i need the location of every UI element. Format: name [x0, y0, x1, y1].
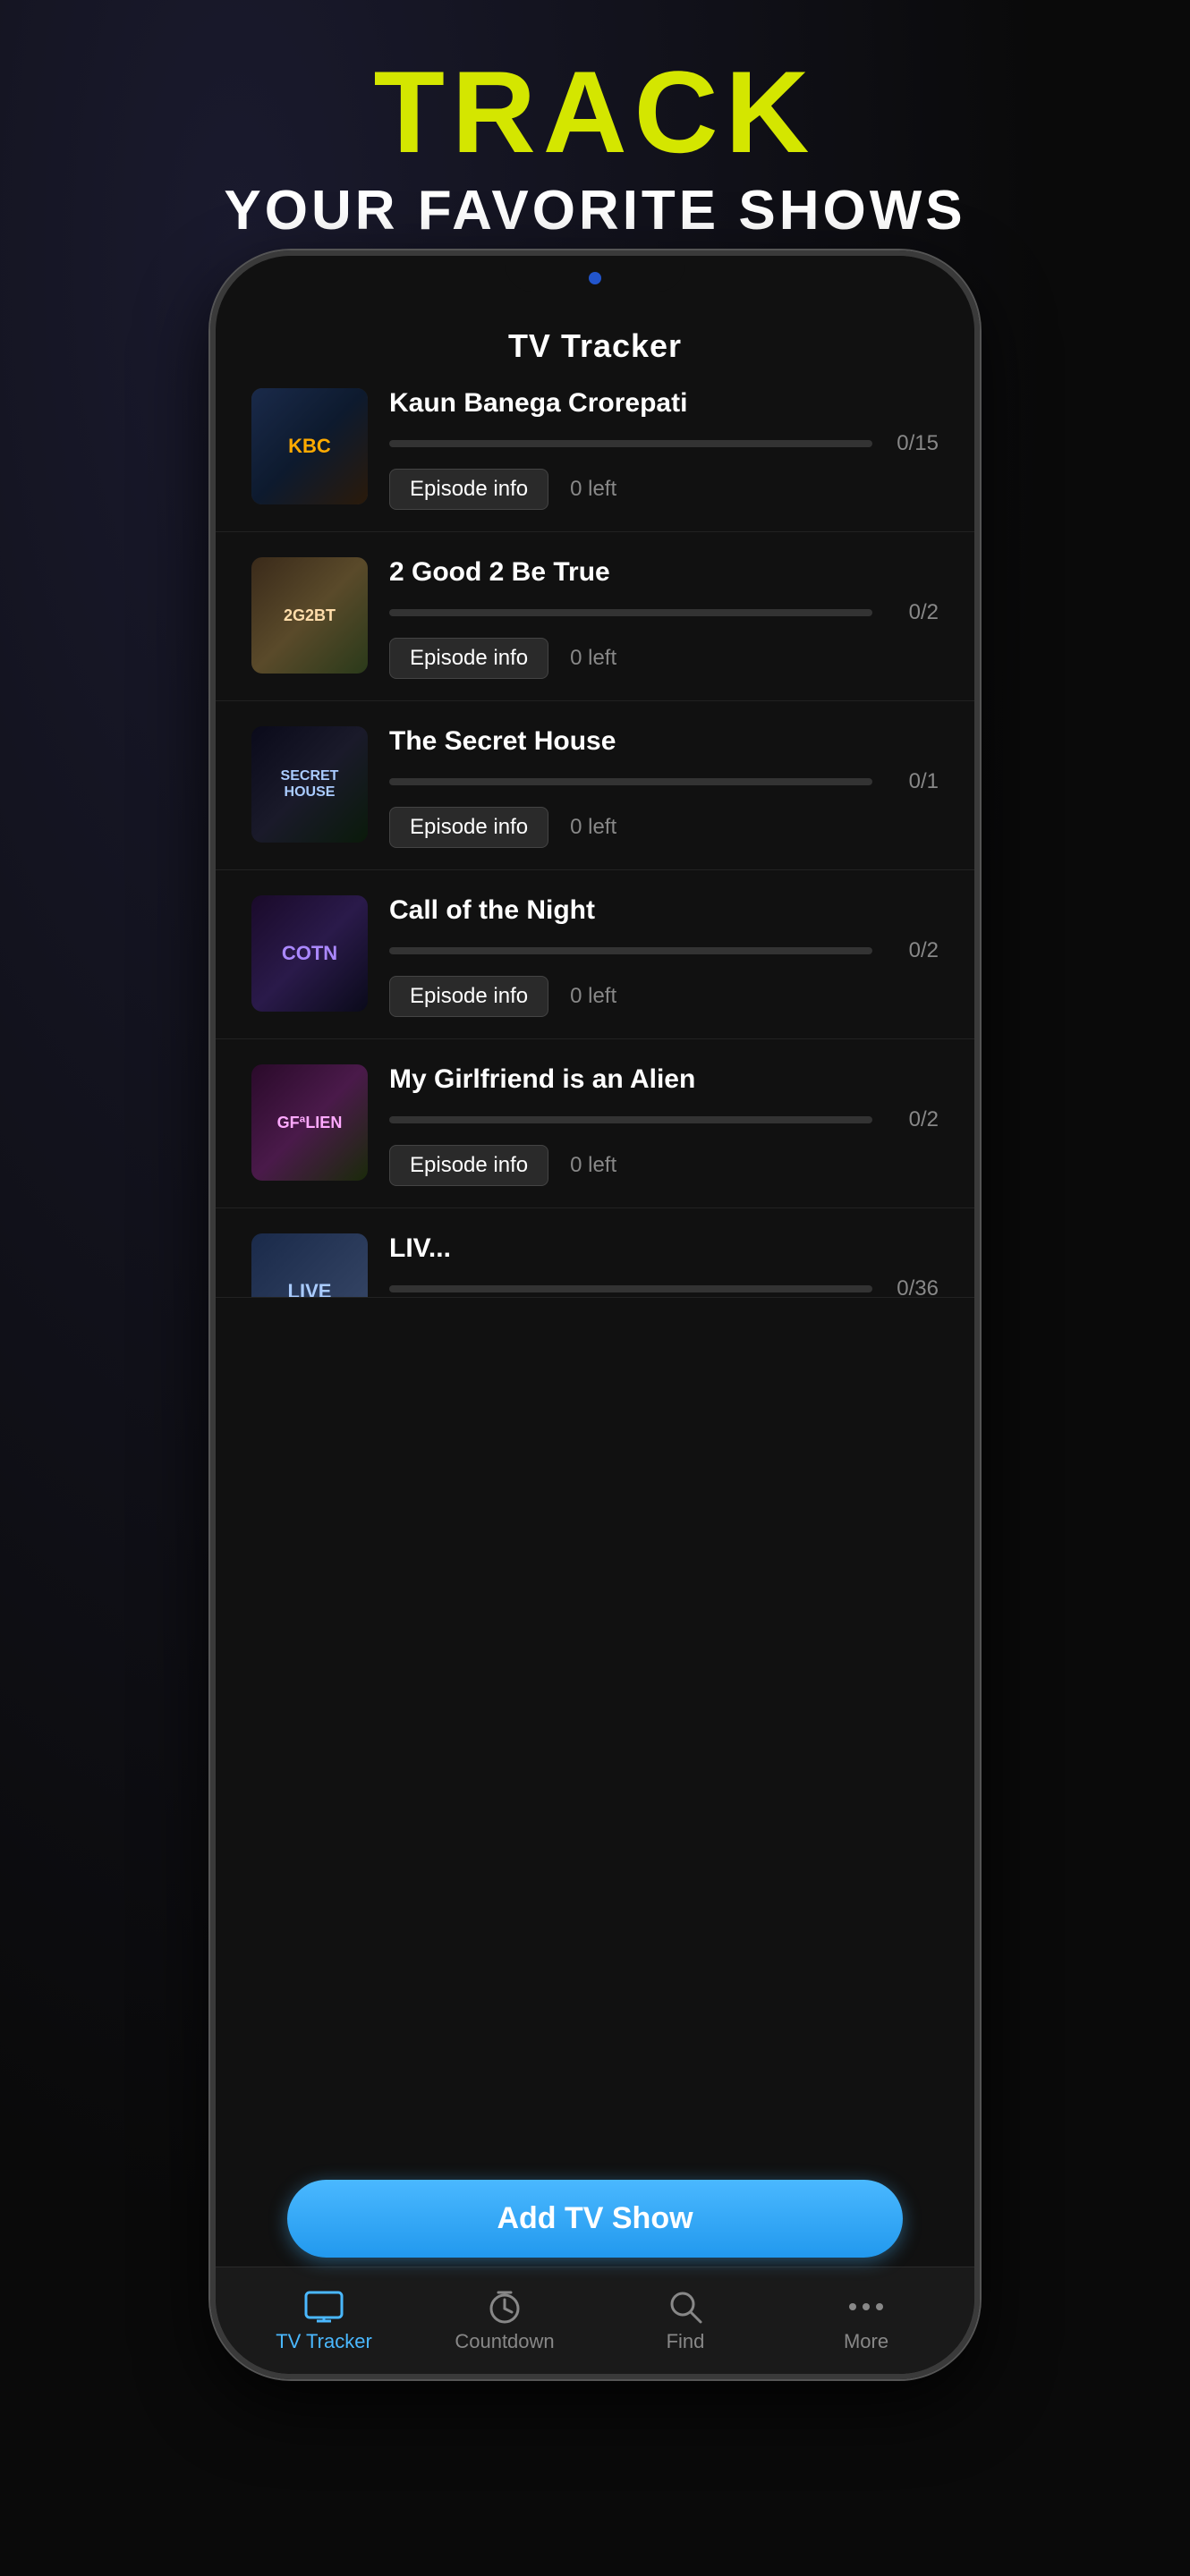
progress-count-kbc: 0/15	[885, 431, 939, 456]
nav-item-more[interactable]: More	[776, 2289, 956, 2353]
poster-art-call	[251, 895, 368, 1012]
episode-info-btn-secret[interactable]: Episode info	[389, 807, 548, 848]
show-item-2good: 2 Good 2 Be True 0/2 Episode info 0 left	[216, 532, 974, 701]
episode-info-btn-alien[interactable]: Episode info	[389, 1145, 548, 1186]
show-poster-kbc	[251, 388, 368, 504]
hero-subtitle: YOUR FAVORITE SHOWS	[0, 179, 1190, 242]
show-title-live: LIV...	[389, 1233, 939, 1264]
episode-info-btn-call[interactable]: Episode info	[389, 976, 548, 1017]
progress-bar-bg-alien	[389, 1116, 872, 1123]
progress-count-secret: 0/1	[885, 769, 939, 794]
add-show-overlay: Add TV Show	[216, 2180, 974, 2258]
show-info-kbc: Kaun Banega Crorepati 0/15 Episode info …	[389, 388, 939, 510]
progress-row-call: 0/2	[389, 938, 939, 963]
nav-label-tv-tracker: TV Tracker	[276, 2330, 372, 2353]
nav-item-tv-tracker[interactable]: TV Tracker	[234, 2289, 414, 2353]
bottom-nav: TV Tracker Countdown	[216, 2267, 974, 2374]
show-info-call: Call of the Night 0/2 Episode info 0 lef…	[389, 895, 939, 1017]
progress-bar-bg-secret	[389, 778, 872, 785]
show-info-alien: My Girlfriend is an Alien 0/2 Episode in…	[389, 1064, 939, 1186]
progress-count-2good: 0/2	[885, 600, 939, 625]
show-row: 2 Good 2 Be True 0/2 Episode info 0 left	[251, 557, 939, 679]
progress-row-secret: 0/1	[389, 769, 939, 794]
show-row: Kaun Banega Crorepati 0/15 Episode info …	[251, 388, 939, 510]
countdown-icon	[481, 2289, 528, 2325]
nav-item-countdown[interactable]: Countdown	[414, 2289, 595, 2353]
left-count-2good: 0 left	[570, 646, 616, 671]
action-row-alien: Episode info 0 left	[389, 1145, 939, 1186]
progress-count-alien: 0/2	[885, 1107, 939, 1132]
progress-bar-bg-live	[389, 1285, 872, 1292]
show-poster-call	[251, 895, 368, 1012]
show-list: Kaun Banega Crorepati 0/15 Episode info …	[216, 363, 974, 1298]
progress-bar-bg-call	[389, 947, 872, 954]
show-info-2good: 2 Good 2 Be True 0/2 Episode info 0 left	[389, 557, 939, 679]
left-count-secret: 0 left	[570, 815, 616, 840]
show-item-secret: The Secret House 0/1 Episode info 0 left	[216, 701, 974, 870]
show-title-alien: My Girlfriend is an Alien	[389, 1064, 939, 1095]
hero-section: TRACK YOUR FAVORITE SHOWS	[0, 54, 1190, 242]
show-item-live: LIV... 0/36 Episode info 0 left	[216, 1208, 974, 1298]
phone-frame: TV Tracker Kaun Banega Crorepati 0/15	[210, 250, 980, 2379]
app-title: TV Tracker	[508, 327, 682, 364]
show-poster-secret	[251, 726, 368, 843]
add-tv-show-button[interactable]: Add TV Show	[287, 2180, 903, 2258]
left-count-call: 0 left	[570, 984, 616, 1009]
progress-row-2good: 0/2	[389, 600, 939, 625]
nav-label-countdown: Countdown	[455, 2330, 554, 2353]
poster-art-alien	[251, 1064, 368, 1181]
show-row: Call of the Night 0/2 Episode info 0 lef…	[251, 895, 939, 1017]
show-title-kbc: Kaun Banega Crorepati	[389, 388, 939, 419]
action-row-2good: Episode info 0 left	[389, 638, 939, 679]
find-icon	[662, 2289, 709, 2325]
show-info-live: LIV... 0/36 Episode info 0 left	[389, 1233, 939, 1298]
progress-row-alien: 0/2	[389, 1107, 939, 1132]
show-info-secret: The Secret House 0/1 Episode info 0 left	[389, 726, 939, 848]
action-row-secret: Episode info 0 left	[389, 807, 939, 848]
poster-art-live	[251, 1233, 368, 1298]
show-row: My Girlfriend is an Alien 0/2 Episode in…	[251, 1064, 939, 1186]
show-row: LIV... 0/36 Episode info 0 left	[251, 1233, 939, 1298]
progress-bar-bg-2good	[389, 609, 872, 616]
left-count-alien: 0 left	[570, 1153, 616, 1178]
episode-info-btn-kbc[interactable]: Episode info	[389, 469, 548, 510]
show-row: The Secret House 0/1 Episode info 0 left	[251, 726, 939, 848]
progress-row-live: 0/36	[389, 1276, 939, 1298]
hero-title: TRACK	[0, 54, 1190, 170]
progress-row-kbc: 0/15	[389, 431, 939, 456]
show-item-alien: My Girlfriend is an Alien 0/2 Episode in…	[216, 1039, 974, 1208]
nav-label-find: Find	[667, 2330, 705, 2353]
nav-label-more: More	[844, 2330, 888, 2353]
nav-item-find[interactable]: Find	[595, 2289, 776, 2353]
progress-count-live: 0/36	[885, 1276, 939, 1298]
show-item-kbc: Kaun Banega Crorepati 0/15 Episode info …	[216, 363, 974, 532]
notch-dot	[589, 272, 601, 284]
poster-art-kbc	[251, 388, 368, 504]
show-poster-live	[251, 1233, 368, 1298]
show-title-call: Call of the Night	[389, 895, 939, 926]
progress-count-call: 0/2	[885, 938, 939, 963]
show-title-secret: The Secret House	[389, 726, 939, 757]
episode-info-btn-2good[interactable]: Episode info	[389, 638, 548, 679]
show-poster-2good	[251, 557, 368, 674]
content-area: Kaun Banega Crorepati 0/15 Episode info …	[216, 363, 974, 2267]
progress-bar-bg-kbc	[389, 440, 872, 447]
show-title-2good: 2 Good 2 Be True	[389, 557, 939, 588]
poster-art-2good	[251, 557, 368, 674]
phone-screen: TV Tracker Kaun Banega Crorepati 0/15	[216, 256, 974, 2374]
show-item-call: Call of the Night 0/2 Episode info 0 lef…	[216, 870, 974, 1039]
left-count-kbc: 0 left	[570, 477, 616, 502]
poster-art-secret	[251, 726, 368, 843]
action-row-kbc: Episode info 0 left	[389, 469, 939, 510]
action-row-call: Episode info 0 left	[389, 976, 939, 1017]
phone-notch	[506, 256, 684, 292]
show-poster-alien	[251, 1064, 368, 1181]
more-icon	[843, 2289, 889, 2325]
tv-tracker-icon	[301, 2289, 347, 2325]
